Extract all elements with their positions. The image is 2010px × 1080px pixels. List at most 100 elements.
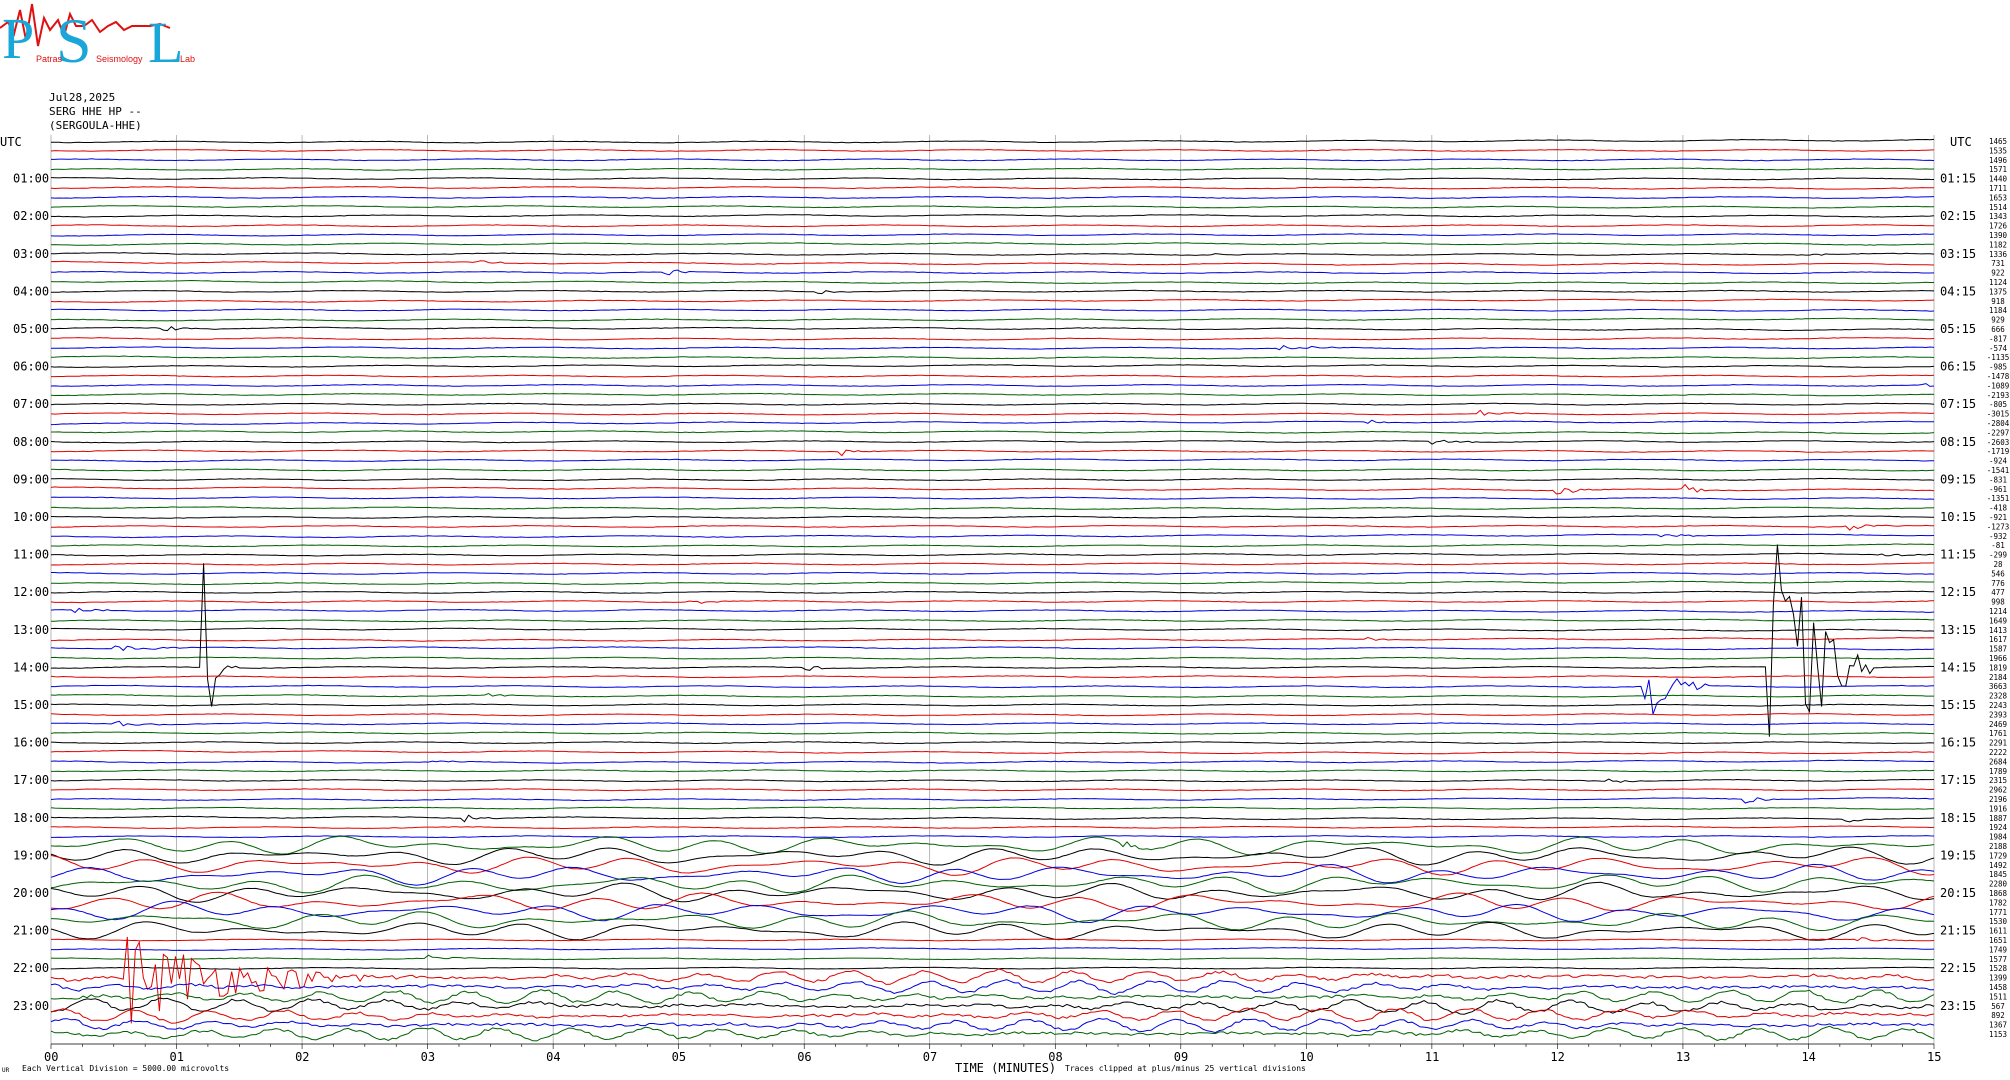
seismic-trace <box>51 430 1935 435</box>
trace-scale-value: 1535 <box>1989 146 2007 155</box>
seismic-trace <box>50 148 1935 152</box>
corner-mark: UR <box>2 1067 10 1074</box>
trace-scale-value: 776 <box>1991 579 2005 588</box>
hour-label-left: 12:00 <box>13 585 49 599</box>
trace-scale-value: 2469 <box>1989 720 2007 729</box>
seismic-trace <box>50 562 1935 566</box>
x-tick-label: 09 <box>1174 1050 1188 1064</box>
trace-scale-value: 1651 <box>1989 936 2007 945</box>
x-tick-label: 06 <box>797 1050 811 1064</box>
trace-scale-value: 2184 <box>1989 673 2008 682</box>
seismic-trace <box>50 419 1934 426</box>
trace-scale-value: 1367 <box>1989 1021 2007 1030</box>
trace-scale-value: -817 <box>1989 334 2007 343</box>
trace-scale-value: 2328 <box>1989 692 2008 701</box>
seismic-trace <box>50 515 1935 519</box>
trace-scale-value: 1966 <box>1989 654 2008 663</box>
seismic-trace <box>50 552 1935 557</box>
seismic-traces <box>50 138 1935 1042</box>
trace-scale-value: 2196 <box>1989 795 2008 804</box>
hour-label-left: 18:00 <box>13 811 49 825</box>
seismic-trace <box>50 741 1935 745</box>
hour-label-left: 09:00 <box>13 472 49 486</box>
trace-scale-value: 1845 <box>1989 870 2007 879</box>
hour-label-right: 06:15 <box>1940 360 1976 374</box>
x-tick-label: 15 <box>1927 1050 1941 1064</box>
hour-label-left: 14:00 <box>13 660 49 674</box>
trace-scale-value: 2188 <box>1989 842 2008 851</box>
trace-scale-value: 2315 <box>1989 776 2007 785</box>
hour-label-right: 16:15 <box>1940 736 1976 750</box>
seismic-trace <box>50 1025 1935 1042</box>
trace-scale-value: 929 <box>1991 316 2005 325</box>
trace-scale-value: 1530 <box>1989 917 2008 926</box>
trace-scale-value: -831 <box>1989 475 2007 484</box>
seismic-trace <box>51 477 1935 482</box>
trace-scale-value: 1771 <box>1989 908 2007 917</box>
seismic-trace <box>50 731 1935 735</box>
trace-scale-value: -924 <box>1989 457 2008 466</box>
trace-scale-value: -1351 <box>1987 494 2010 503</box>
x-axis-title: TIME (MINUTES) <box>955 1061 1056 1075</box>
trace-scale-value: 1761 <box>1989 729 2007 738</box>
seismic-trace <box>50 720 1935 727</box>
trace-scale-value: 3663 <box>1989 682 2007 691</box>
seismic-trace <box>50 966 1935 970</box>
trace-scale-value: 1182 <box>1989 240 2007 249</box>
seismic-trace <box>50 242 1935 246</box>
x-tick-label: 03 <box>421 1050 435 1064</box>
trace-scale-value: -1135 <box>1987 353 2010 362</box>
trace-scale-value: 1819 <box>1989 663 2007 672</box>
hour-label-left: 23:00 <box>13 999 49 1013</box>
x-tick-label: 01 <box>170 1050 184 1064</box>
seismic-trace <box>50 458 1935 463</box>
trace-scale-value: 2962 <box>1989 786 2007 795</box>
hour-label-left: 21:00 <box>13 924 49 938</box>
seismic-trace <box>50 364 1935 368</box>
seismic-trace <box>51 317 1935 322</box>
trace-scale-value: 1399 <box>1989 974 2007 983</box>
trace-scale-value: 1440 <box>1989 175 2008 184</box>
seismic-trace <box>50 749 1935 755</box>
seismic-trace <box>50 618 1935 623</box>
trace-scale-value: 1617 <box>1989 635 2007 644</box>
seismic-trace <box>50 355 1935 360</box>
hour-label-left: 08:00 <box>13 435 49 449</box>
seismic-trace <box>50 409 1935 416</box>
trace-scale-value: 1336 <box>1989 250 2008 259</box>
trace-scale-value: 477 <box>1991 588 2005 597</box>
hour-label-right: 01:15 <box>1940 172 1976 186</box>
seismic-trace <box>50 224 1934 228</box>
hour-label-left: 05:00 <box>13 322 49 336</box>
trace-scale-value: 2684 <box>1989 757 2008 766</box>
trace-scale-value: 1653 <box>1989 193 2007 202</box>
seismic-trace <box>50 712 1935 717</box>
hour-label-left: 13:00 <box>13 623 49 637</box>
seismic-trace <box>51 289 1935 295</box>
trace-scale-value: 2222 <box>1989 748 2007 757</box>
trace-scale-value: -1719 <box>1987 447 2010 456</box>
trace-scale-value: -81 <box>1991 541 2005 550</box>
seismic-trace <box>51 158 1935 162</box>
seismic-trace <box>51 571 1935 575</box>
seismic-trace <box>51 769 1935 773</box>
seismic-trace <box>51 533 1935 539</box>
hour-label-right: 23:15 <box>1940 999 1976 1013</box>
seismic-trace <box>50 233 1935 237</box>
seismic-trace <box>50 449 1934 457</box>
seismic-trace <box>50 383 1935 387</box>
trace-scale-value: 666 <box>1991 325 2005 334</box>
trace-scale-value: -2804 <box>1987 419 2010 428</box>
trace-scale-value: 1496 <box>1989 156 2008 165</box>
hour-label-right: 07:15 <box>1940 397 1976 411</box>
trace-scale-value: 892 <box>1991 1011 2005 1020</box>
hour-label-right: 15:15 <box>1940 698 1976 712</box>
hour-label-right: 14:15 <box>1940 660 1976 674</box>
seismic-trace <box>50 214 1935 218</box>
trace-scale-value: 1528 <box>1989 964 2008 973</box>
hour-label-left: 11:00 <box>13 548 49 562</box>
trace-scale-value: 2280 <box>1989 880 2008 889</box>
trace-scale-value: 1984 <box>1989 833 2008 842</box>
seismic-trace <box>50 260 1935 266</box>
trace-scale-value: 1492 <box>1989 861 2007 870</box>
